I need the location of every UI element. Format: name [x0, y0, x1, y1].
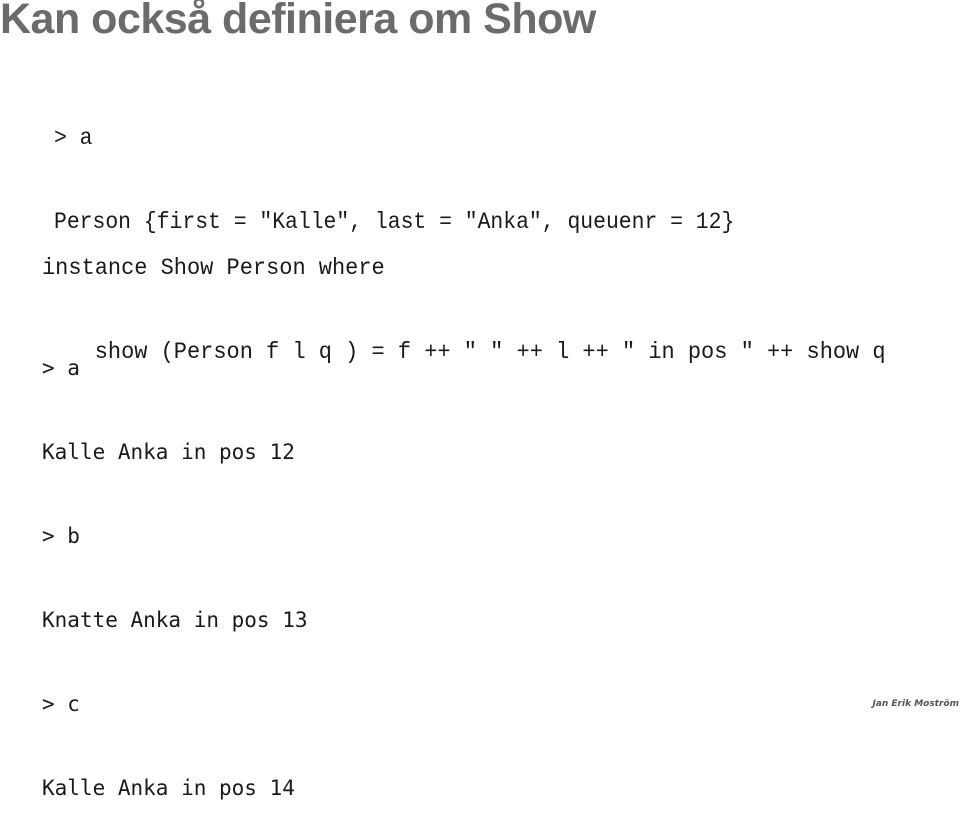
code-line-instance-declaration: instance Show Person where — [42, 255, 385, 281]
repl-output-custom-show: > a Kalle Anka in pos 12 > b Knatte Anka… — [42, 298, 308, 830]
repl-prompt-line: > a — [54, 125, 93, 151]
repl-result-line: Kalle Anka in pos 12 — [42, 440, 295, 464]
repl-prompt-line: > b — [42, 524, 80, 548]
author-footer: Jan Erik Moström — [872, 699, 959, 709]
repl-prompt-line: > c — [42, 692, 80, 716]
repl-prompt-line: > a — [42, 356, 80, 380]
repl-result-line: Knatte Anka in pos 13 — [42, 608, 308, 632]
repl-result-line: Kalle Anka in pos 14 — [42, 776, 295, 800]
slide-title: Kan också definiera om Show — [0, 0, 596, 43]
